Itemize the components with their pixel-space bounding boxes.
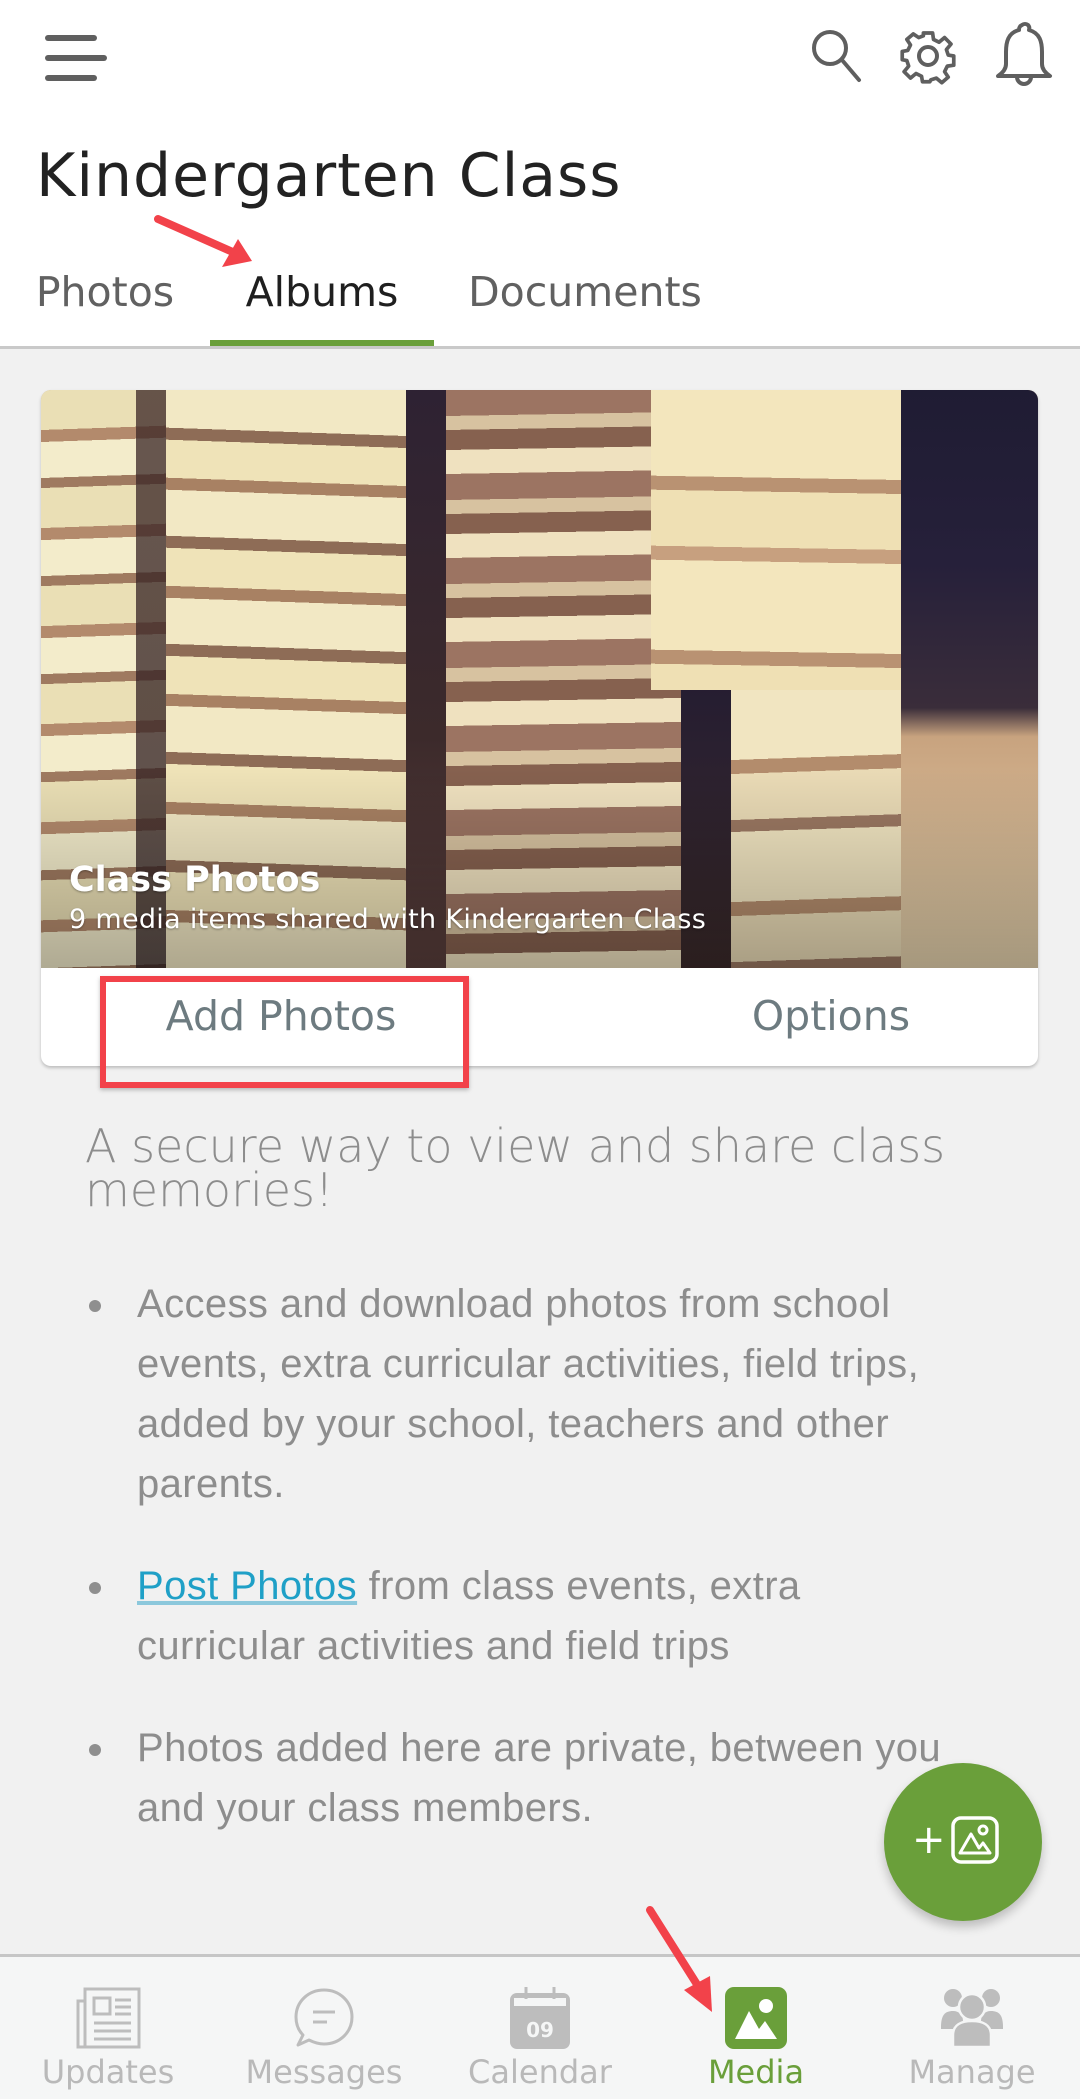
options-button[interactable]: Options: [641, 968, 1021, 1066]
calendar-icon: 09: [510, 1987, 570, 2049]
nav-manage[interactable]: Manage: [864, 1957, 1080, 2099]
gear-icon[interactable]: [897, 25, 957, 87]
bullet-dot: [89, 1300, 101, 1312]
nav-media[interactable]: Media: [648, 1957, 864, 2099]
bullet-text: Photos added here are private, between y…: [137, 1726, 942, 1830]
plus-icon: +: [912, 1817, 946, 1863]
tab-photos[interactable]: Photos: [20, 260, 190, 346]
nav-label-media: Media: [707, 2053, 805, 2091]
page-title: Kindergarten Class: [36, 141, 622, 211]
header-divider: [0, 346, 1080, 349]
image-icon: [725, 1987, 787, 2049]
media-tabs: Photos Albums Documents: [0, 260, 1080, 350]
nav-label-messages: Messages: [245, 2053, 403, 2091]
tab-albums[interactable]: Albums: [210, 260, 434, 346]
nav-label-updates: Updates: [41, 2053, 175, 2091]
add-photos-button[interactable]: Add Photos: [101, 968, 461, 1066]
bullet-dot: [89, 1744, 101, 1756]
search-icon[interactable]: [806, 24, 866, 86]
info-bullet-list: Access and download photos from school e…: [85, 1274, 945, 1880]
nav-messages[interactable]: Messages: [216, 1957, 432, 2099]
album-cover-image[interactable]: Class Photos 9 media items shared with K…: [41, 390, 1038, 968]
nav-label-manage: Manage: [908, 2053, 1036, 2091]
album-actions: Add Photos Options: [41, 968, 1038, 1066]
album-subtitle: 9 media items shared with Kindergarten C…: [69, 904, 707, 935]
nav-calendar[interactable]: 09 Calendar: [432, 1957, 648, 2099]
list-item: Post Photos from class events, extra cur…: [85, 1556, 945, 1676]
bullet-text: Access and download photos from school e…: [137, 1282, 920, 1506]
nav-label-calendar: Calendar: [468, 2053, 612, 2091]
hamburger-menu-icon[interactable]: [40, 28, 112, 88]
add-photo-fab[interactable]: +: [884, 1763, 1042, 1921]
bullet-dot: [89, 1582, 101, 1594]
tab-documents[interactable]: Documents: [452, 260, 718, 346]
chat-bubble-icon: [294, 1988, 354, 2047]
post-photos-link[interactable]: Post Photos: [137, 1564, 357, 1608]
album-title: Class Photos: [69, 860, 321, 900]
calendar-day: 09: [526, 2018, 554, 2042]
info-heading: A secure way to view and share class mem…: [85, 1119, 946, 1217]
add-photo-icon: [951, 1816, 999, 1864]
people-icon: [941, 1989, 1003, 2049]
bell-icon[interactable]: [994, 22, 1054, 86]
bottom-navigation: Updates Messages 09 Calendar Media Manag…: [0, 1954, 1080, 2099]
album-card: Class Photos 9 media items shared with K…: [41, 390, 1038, 1066]
list-item: Access and download photos from school e…: [85, 1274, 945, 1514]
list-item: Photos added here are private, between y…: [85, 1718, 945, 1838]
nav-updates[interactable]: Updates: [0, 1957, 216, 2099]
newspaper-icon: [76, 1987, 141, 2049]
